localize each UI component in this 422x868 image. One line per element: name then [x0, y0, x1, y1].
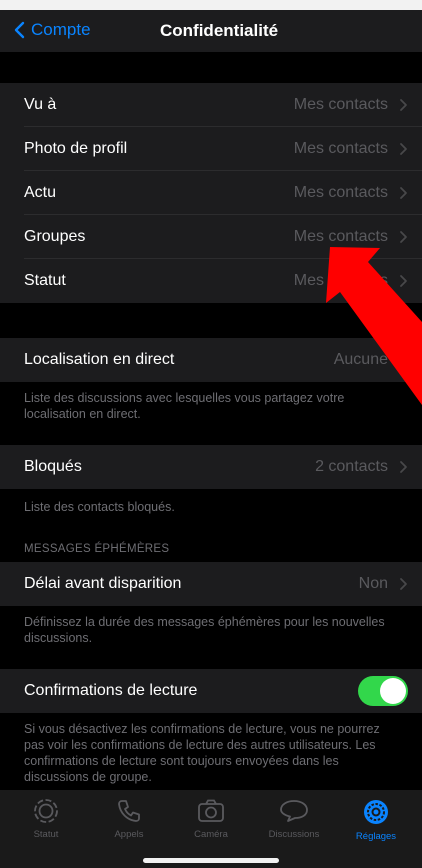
tab-camera[interactable]: Caméra: [171, 798, 251, 840]
phone-icon: [118, 800, 140, 822]
tab-bar: Statut Appels Caméra Discussions Réglage…: [0, 790, 422, 868]
chat-bubbles-icon: [280, 800, 308, 822]
ephemeral-section: Délai avant disparition Non: [0, 562, 422, 606]
row-label: Localisation en direct: [24, 351, 175, 368]
tab-statut[interactable]: Statut: [6, 798, 86, 840]
row-label: Confirmations de lecture: [24, 682, 198, 699]
row-actu[interactable]: Actu Mes contacts: [0, 171, 422, 215]
ephemeral-section-header: MESSAGES ÉPHÉMÈRES: [24, 543, 170, 555]
row-value: Mes contacts: [293, 184, 388, 201]
row-groupes[interactable]: Groupes Mes contacts: [0, 215, 422, 259]
home-indicator: [143, 858, 279, 863]
privacy-visibility-section: Vu à Mes contacts Photo de profil Mes co…: [0, 83, 422, 303]
blocked-footnote: Liste des contacts bloqués.: [24, 500, 175, 514]
row-label: Groupes: [24, 228, 86, 245]
row-label: Bloqués: [24, 458, 82, 475]
row-value: Aucune: [333, 351, 388, 368]
row-label: Vu à: [24, 96, 57, 113]
toggle-knob: [380, 678, 406, 704]
tab-label: Réglages: [355, 831, 397, 842]
chevron-right-icon: [400, 231, 407, 243]
row-bloques[interactable]: Bloqués 2 contacts: [0, 445, 422, 489]
chevron-right-icon: [400, 275, 407, 287]
tab-discussions[interactable]: Discussions: [254, 798, 334, 840]
top-strip: [0, 0, 422, 10]
row-value: Mes contacts: [293, 140, 388, 157]
read-receipts-footnote: Si vous désactivez les confirmations de …: [24, 722, 380, 784]
chevron-right-icon: [400, 187, 407, 199]
back-button[interactable]: Compte: [14, 20, 91, 40]
blocked-section: Bloqués 2 contacts: [0, 445, 422, 489]
read-receipts-section: Confirmations de lecture: [0, 669, 422, 713]
tab-label: Discussions: [268, 829, 320, 840]
ephemeral-footnote: Définissez la durée des messages éphémèr…: [24, 615, 385, 645]
tab-label: Appels: [114, 829, 144, 840]
chevron-right-icon: [400, 354, 407, 366]
tab-reglages[interactable]: Réglages: [336, 798, 416, 842]
row-label: Statut: [24, 272, 66, 289]
chevron-right-icon: [400, 143, 407, 155]
chevron-left-icon: [14, 21, 25, 39]
row-photo-de-profil[interactable]: Photo de profil Mes contacts: [0, 127, 422, 171]
back-button-label: Compte: [31, 20, 91, 39]
navigation-bar: Compte Confidentialité: [0, 10, 422, 52]
chevron-right-icon: [400, 578, 407, 590]
row-value: Mes contacts: [293, 228, 388, 245]
chevron-right-icon: [400, 99, 407, 111]
row-label: Délai avant disparition: [24, 575, 182, 592]
chevron-right-icon: [400, 461, 407, 473]
row-value: Mes contacts: [293, 96, 388, 113]
row-statut[interactable]: Statut Mes contacts: [0, 259, 422, 303]
live-location-section: Localisation en direct Aucune: [0, 338, 422, 382]
row-localisation-en-direct[interactable]: Localisation en direct Aucune: [0, 338, 422, 382]
tab-label: Statut: [33, 829, 59, 840]
row-value: 2 contacts: [315, 458, 388, 475]
row-value: Non: [358, 575, 388, 592]
settings-gear-icon: [364, 800, 388, 824]
row-delai-avant-disparition[interactable]: Délai avant disparition Non: [0, 562, 422, 606]
row-value: Mes contacts: [293, 272, 388, 289]
row-label: Photo de profil: [24, 140, 128, 157]
row-vu-a[interactable]: Vu à Mes contacts: [0, 83, 422, 127]
row-confirmations-de-lecture: Confirmations de lecture: [0, 669, 422, 713]
tab-appels[interactable]: Appels: [89, 798, 169, 840]
tab-label: Caméra: [194, 829, 228, 840]
read-receipts-toggle[interactable]: [358, 676, 408, 706]
status-icon: [34, 799, 58, 823]
live-location-footnote: Liste des discussions avec lesquelles vo…: [24, 391, 345, 421]
camera-icon: [198, 799, 224, 822]
row-label: Actu: [24, 184, 57, 201]
page-title: Confidentialité: [160, 21, 279, 40]
